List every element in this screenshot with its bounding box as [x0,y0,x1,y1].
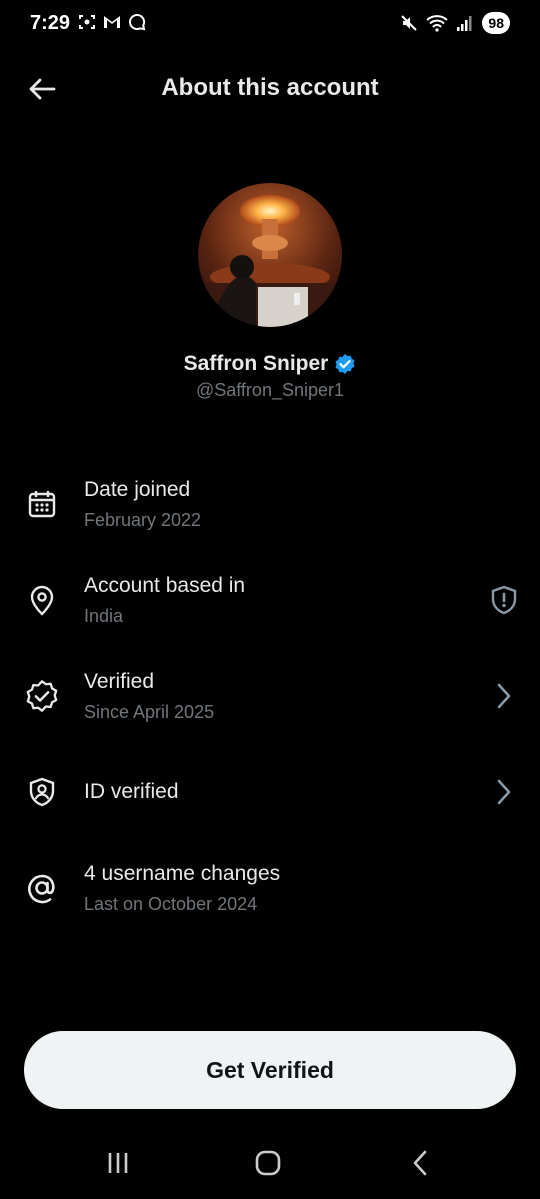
signal-icon [457,16,472,31]
status-system-icons: 98 [400,12,510,34]
screenshot-icon [79,15,95,29]
info-row-date-joined: Date joined February 2022 [0,468,540,548]
row-subtitle: February 2022 [84,510,202,530]
shield-alert-icon[interactable] [488,584,520,616]
row-subtitle: Since April 2025 [84,702,215,722]
home-icon[interactable] [248,1148,288,1178]
location-pin-icon [22,580,62,620]
display-name: Saffron Sniper [183,352,329,375]
info-row-id-verified[interactable]: ID verified [0,756,540,836]
calendar-icon [22,484,62,524]
gmail-icon [104,16,120,28]
chevron-right-icon [488,680,520,712]
avatar[interactable] [198,183,342,327]
avatar-image [198,183,342,327]
page-title: About this account [161,74,379,101]
verified-badge-icon [335,354,355,374]
row-title: 4 username changes [84,862,281,885]
row-title: Date joined [84,478,191,501]
row-title: Account based in [84,574,246,597]
info-row-username-changes: 4 username changes Last on October 2024 [0,852,540,932]
at-sign-icon [22,868,62,908]
header: About this account [0,62,540,116]
status-bar: 7:29 98 [0,0,540,50]
battery-indicator: 98 [482,12,510,34]
nav-back-icon[interactable] [400,1148,440,1178]
status-notification-icons [78,13,146,31]
verified-badge-outline-icon [22,676,62,716]
row-subtitle: Last on October 2024 [84,894,258,914]
mute-icon [401,15,418,31]
row-title: ID verified [84,780,179,803]
info-row-account-based-in: Account based in India [0,564,540,644]
status-time: 7:29 [30,12,71,34]
info-row-verified[interactable]: Verified Since April 2025 [0,660,540,740]
get-verified-label: Get Verified [206,1056,334,1083]
display-name-row: Saffron Sniper [0,352,540,376]
get-verified-button[interactable]: Get Verified [24,1031,516,1109]
id-shield-icon [22,772,62,812]
row-title: Verified [84,670,155,693]
wifi-icon [426,15,449,32]
system-nav-bar [0,1130,540,1199]
recents-icon[interactable] [98,1148,138,1178]
chat-bubble-icon [129,13,146,31]
handle: @Saffron_Sniper1 [195,380,345,400]
row-subtitle: India [84,606,124,626]
chevron-right-icon [488,776,520,808]
